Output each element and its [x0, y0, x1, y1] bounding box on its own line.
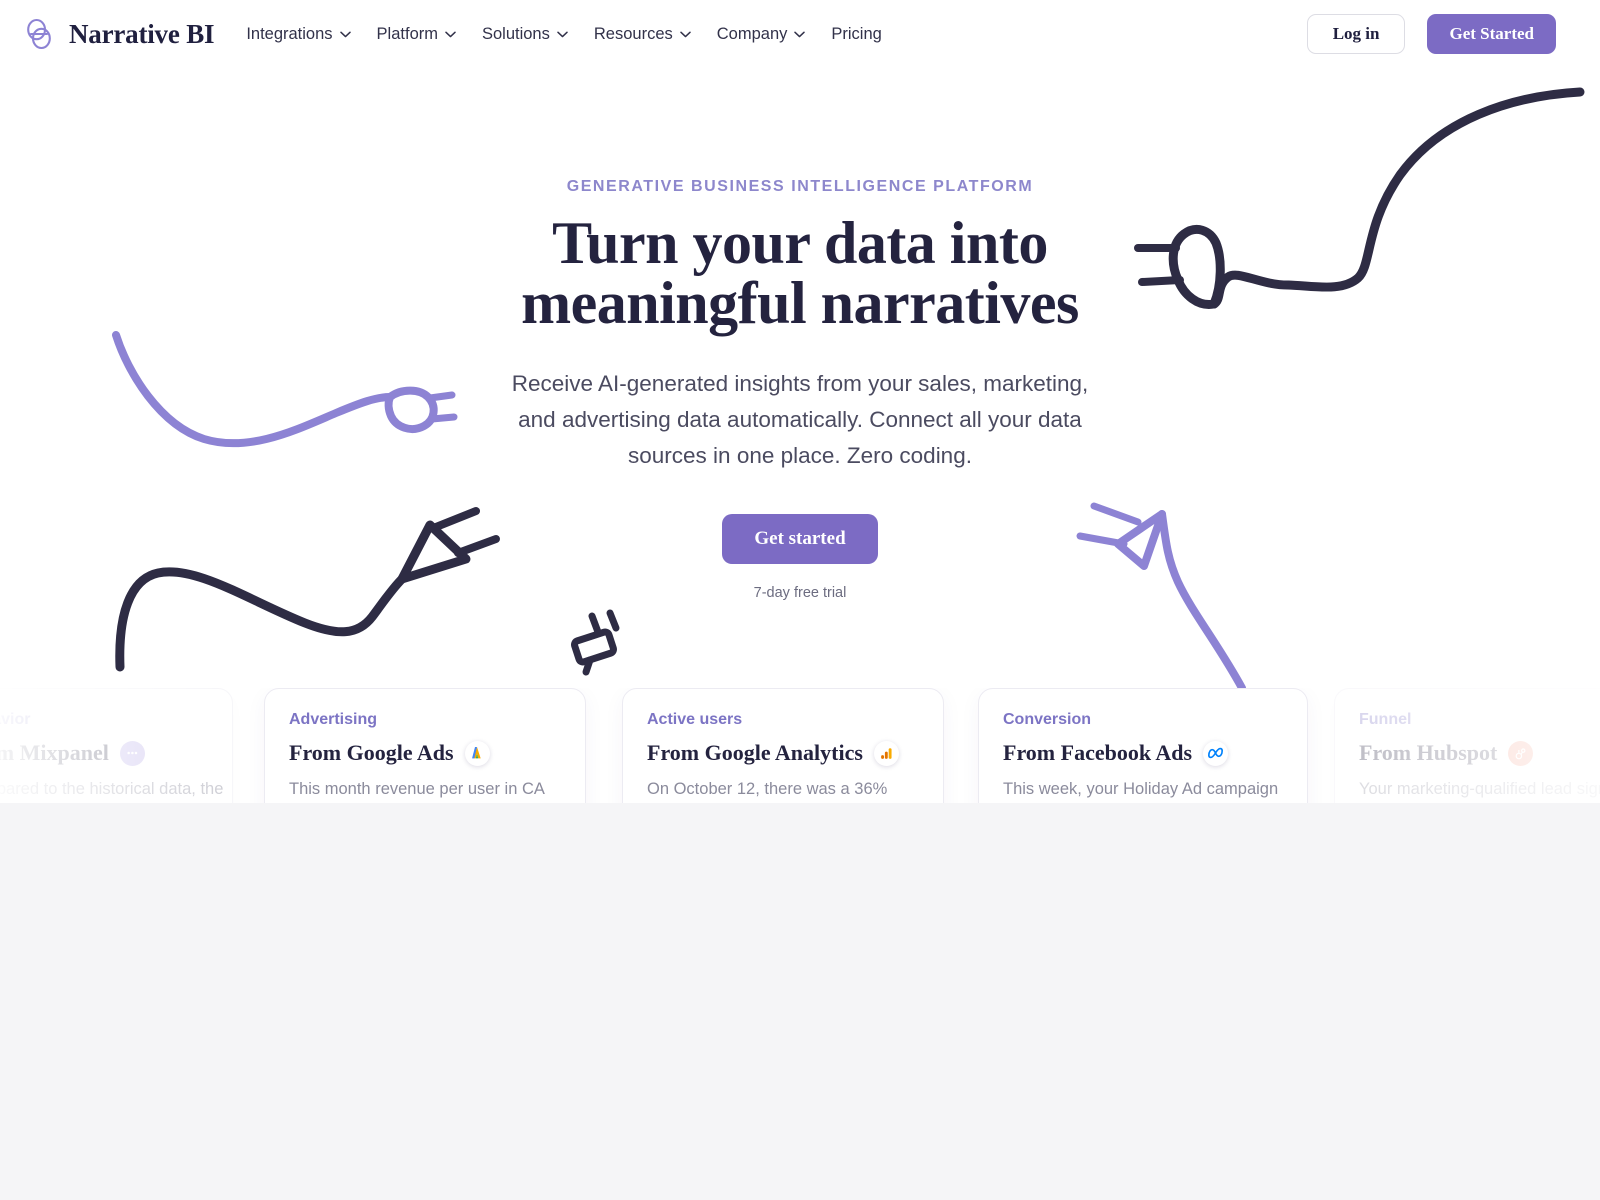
card-header: From Facebook Ads	[1003, 740, 1283, 766]
plug-cord-right-purple-icon	[1076, 502, 1246, 692]
hero-section: GENERATIVE BUSINESS INTELLIGENCE PLATFOR…	[0, 68, 1600, 688]
chevron-down-icon	[680, 31, 691, 38]
chevron-down-icon	[794, 31, 806, 38]
narrative-bi-logo-icon	[22, 17, 56, 51]
insight-card-google-ads[interactable]: Advertising From Google Ads This month r…	[264, 688, 586, 803]
nav-label: Platform	[376, 24, 438, 43]
card-header: From Hubspot	[1359, 740, 1600, 766]
card-category: Funnel	[1359, 711, 1412, 728]
card-body-line-1: This month revenue per user in CA	[289, 780, 544, 798]
landing-page: Narrative BI Integrations Platform Solut…	[0, 0, 1600, 1200]
insight-card-google-analytics[interactable]: Active users From Google Analytics On Oc…	[622, 688, 944, 803]
card-body-line-1: Your marketing-qualified lead signed up	[1359, 780, 1600, 798]
card-body: This week, your Holiday Ad campaign brou…	[1003, 778, 1303, 803]
card-category: Active users	[647, 711, 743, 728]
card-title: From Google Analytics	[647, 740, 863, 765]
card-body: Compared to the historical data, the ave…	[0, 778, 242, 803]
card-title: From Google Ads	[289, 740, 454, 765]
google-ads-logo-icon	[464, 740, 490, 766]
card-body-line-1: On October 12, there was a 36% spike in	[647, 780, 888, 798]
card-category: Behavior	[0, 711, 31, 728]
card-body: This month revenue per user in CA increa…	[289, 778, 569, 803]
main-navigation: Integrations Platform Solutions Resource…	[246, 25, 882, 44]
card-title: From Mixpanel	[0, 740, 109, 765]
chevron-down-icon	[557, 31, 568, 38]
chevron-down-icon	[445, 31, 456, 38]
card-header: From Google Analytics	[647, 740, 919, 766]
brand-logo[interactable]: Narrative BI	[22, 17, 215, 51]
card-header: From Mixpanel	[0, 740, 208, 766]
plug-cord-bottom-left-icon	[115, 507, 500, 672]
card-body: On October 12, there was a 36% spike in …	[647, 778, 927, 803]
nav-label: Pricing	[831, 24, 882, 43]
hero-get-started-button[interactable]: Get started	[722, 514, 878, 565]
nav-item-pricing[interactable]: Pricing	[831, 25, 881, 44]
card-title: From Hubspot	[1359, 740, 1498, 765]
header-get-started-button[interactable]: Get Started	[1427, 14, 1556, 54]
plug-small-center-icon	[571, 609, 620, 676]
nav-item-resources[interactable]: Resources	[594, 25, 691, 44]
plug-cord-left-purple-icon	[112, 331, 458, 448]
nav-label: Integrations	[246, 24, 333, 43]
hero-subhead: Receive AI-generated insights from your …	[511, 371, 1089, 468]
chevron-down-icon	[339, 31, 351, 38]
brand-name: Narrative BI	[69, 18, 215, 49]
nav-item-platform[interactable]: Platform	[377, 25, 456, 44]
insight-card-mixpanel[interactable]: Behavior From Mixpanel Compared to the h…	[0, 688, 233, 803]
insight-cards-carousel[interactable]: Behavior From Mixpanel Compared to the h…	[0, 688, 1600, 803]
hubspot-logo-icon	[1508, 740, 1534, 766]
plug-cord-top-right-icon	[1134, 87, 1585, 309]
hero-eyebrow: GENERATIVE BUSINESS INTELLIGENCE PLATFOR…	[566, 178, 1034, 195]
card-category: Conversion	[1003, 711, 1092, 728]
google-analytics-logo-icon	[873, 740, 899, 766]
insight-card-hubspot[interactable]: Funnel From Hubspot Your marketing-quali…	[1334, 688, 1600, 803]
meta-logo-icon	[1203, 740, 1229, 766]
mixpanel-logo-icon	[119, 740, 145, 766]
nav-label: Solutions	[481, 24, 550, 43]
insight-card-facebook-ads[interactable]: Conversion From Facebook Ads This week, …	[978, 688, 1308, 803]
page-title: Turn your data into meaningful narrative…	[521, 213, 1079, 333]
headline-line-2: meaningful narratives	[521, 270, 1079, 336]
card-header: From Google Ads	[289, 740, 561, 766]
card-category: Advertising	[289, 711, 378, 728]
card-title: From Facebook Ads	[1003, 740, 1193, 765]
card-body-line-1: This week, your Holiday Ad campaign	[1003, 780, 1279, 798]
headline-line-1: Turn your data into	[552, 210, 1048, 276]
free-trial-note: 7-day free trial	[753, 585, 847, 602]
nav-label: Company	[716, 24, 788, 43]
login-button[interactable]: Log in	[1306, 14, 1406, 54]
card-body-line-1: Compared to the historical data, the	[0, 780, 224, 798]
nav-item-integrations[interactable]: Integrations	[246, 24, 351, 44]
nav-label: Resources	[593, 24, 673, 43]
nav-item-company[interactable]: Company	[717, 25, 806, 44]
header-actions: Log in Get Started	[1306, 14, 1556, 54]
below-fold-section	[0, 803, 1600, 1200]
card-body: Your marketing-qualified lead signed up …	[1359, 778, 1600, 803]
site-header: Narrative BI Integrations Platform Solut…	[0, 0, 1600, 68]
nav-item-solutions[interactable]: Solutions	[482, 25, 568, 44]
